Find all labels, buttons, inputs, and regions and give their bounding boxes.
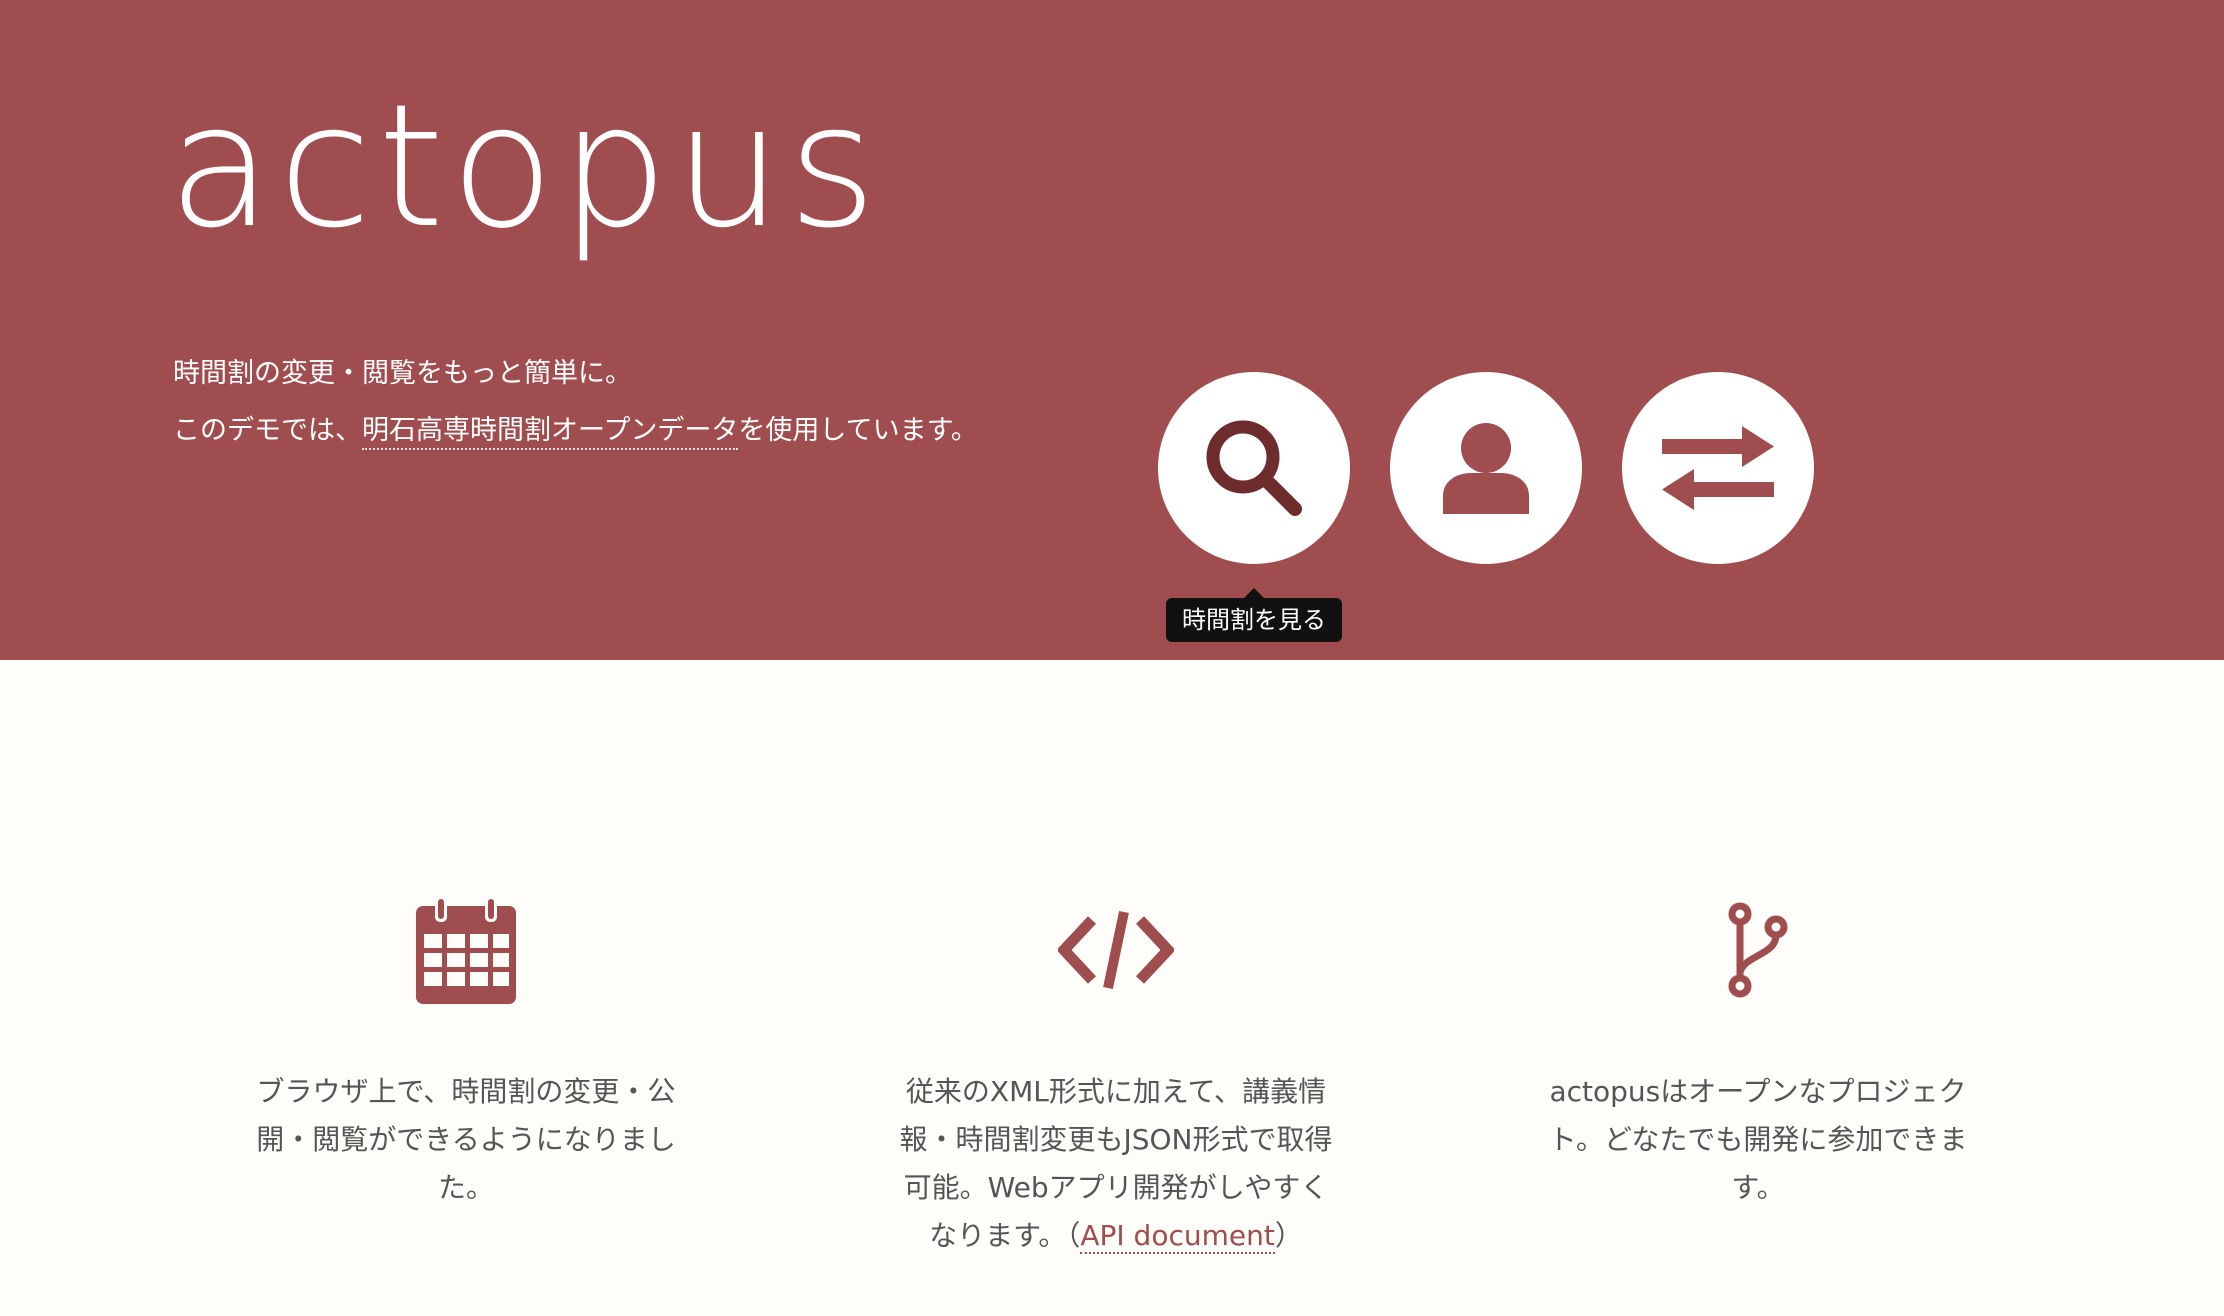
site-logo-text[interactable]: actopus — [168, 82, 883, 252]
exchange-arrows-icon — [1662, 426, 1774, 510]
code-fork-icon — [1728, 902, 1788, 998]
feature-text: 従来のXML形式に加えて、講義情報・時間割変更もJSON形式で取得可能。Webア… — [896, 1068, 1336, 1260]
calendar-icon — [416, 896, 516, 1004]
tagline-line-1: 時間割の変更・閲覧をもっと簡単に。 — [173, 358, 632, 389]
api-document-link[interactable]: API document — [1080, 1219, 1275, 1254]
change-timetable-button[interactable] — [1622, 372, 1814, 564]
user-button[interactable] — [1390, 372, 1582, 564]
feature-text-suffix: ） — [1274, 1219, 1303, 1252]
feature-api: 従来のXML形式に加えて、講義情報・時間割変更もJSON形式で取得可能。Webア… — [896, 890, 1336, 1260]
feature-text: ブラウザ上で、時間割の変更・公開・閲覧ができるようになりました。 — [256, 1075, 676, 1204]
open-data-link[interactable]: 明石高専時間割オープンデータ — [362, 415, 739, 450]
hero-banner: actopus 時間割の変更・閲覧をもっと簡単に。 このデモでは、明石高専時間割… — [0, 0, 2224, 660]
code-icon — [1058, 910, 1174, 990]
feature-text: actopusはオープンなプロジェクト。どなたでも開発に参加できます。 — [1548, 1075, 1968, 1204]
tagline-suffix: を使用しています。 — [738, 415, 978, 446]
feature-timetable: ブラウザ上で、時間割の変更・公開・閲覧ができるようになりました。 — [246, 890, 686, 1212]
tagline-prefix: このデモでは、 — [173, 415, 362, 446]
search-icon — [1206, 420, 1302, 516]
feature-open-source: actopusはオープンなプロジェクト。どなたでも開発に参加できます。 — [1538, 890, 1978, 1212]
user-icon — [1443, 423, 1529, 514]
view-timetable-button[interactable] — [1158, 372, 1350, 564]
tooltip-arrow — [1244, 588, 1264, 598]
tooltip: 時間割を見る — [1166, 598, 1342, 642]
tagline-line-2: このデモでは、明石高専時間割オープンデータを使用しています。 — [173, 415, 978, 450]
